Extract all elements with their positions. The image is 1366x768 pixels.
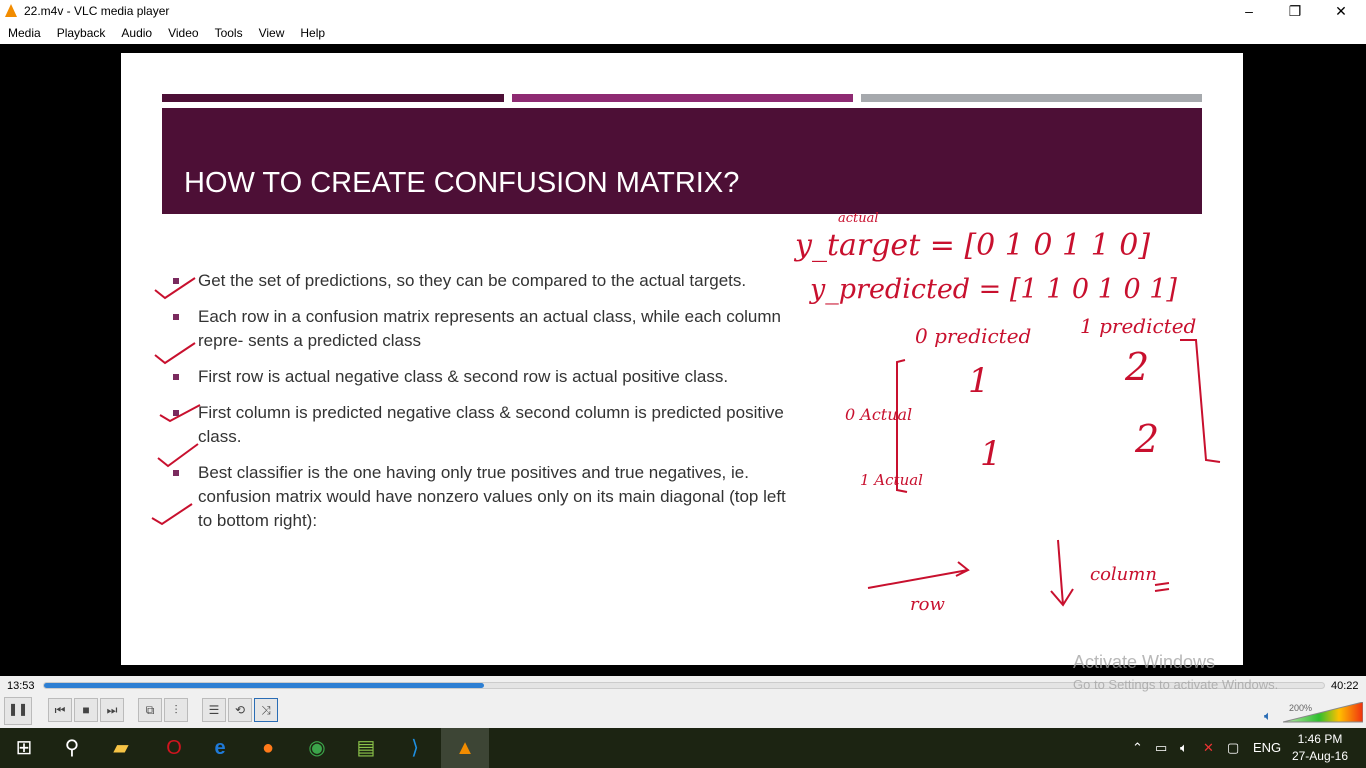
menu-view[interactable]: View bbox=[251, 26, 293, 40]
search-icon[interactable]: ⚲ bbox=[48, 728, 96, 768]
decor-bar bbox=[162, 94, 504, 102]
volume-slider[interactable]: 200% bbox=[1283, 702, 1363, 724]
menu-video[interactable]: Video bbox=[160, 26, 206, 40]
menu-audio[interactable]: Audio bbox=[113, 26, 160, 40]
pause-button[interactable]: ❚❚ bbox=[4, 697, 32, 725]
player-controls: 13:53 40:22 Go to Settings to activate W… bbox=[0, 676, 1366, 728]
slide-title: HOW TO CREATE CONFUSION MATRIX? bbox=[184, 167, 740, 199]
vlc-icon bbox=[5, 4, 17, 17]
chrome-icon[interactable]: ◉ bbox=[293, 728, 341, 768]
notepad-icon[interactable]: ▤ bbox=[342, 728, 390, 768]
network-disconnected-icon[interactable]: ✕ bbox=[1203, 728, 1214, 768]
vscode-icon[interactable]: ⟩ bbox=[391, 728, 439, 768]
fullscreen-button[interactable]: ⧉ bbox=[138, 698, 162, 722]
playlist-button[interactable]: ☰ bbox=[202, 698, 226, 722]
decor-bar bbox=[512, 94, 853, 102]
previous-button[interactable]: ⏮ bbox=[48, 698, 72, 722]
seek-progress bbox=[44, 683, 485, 688]
opera-icon[interactable]: O bbox=[150, 728, 198, 768]
elapsed-time[interactable]: 13:53 bbox=[7, 680, 35, 692]
total-time[interactable]: 40:22 bbox=[1331, 680, 1359, 692]
clock-date: 27-Aug-16 bbox=[1291, 749, 1348, 763]
extended-settings-button[interactable]: ⫶ bbox=[164, 698, 188, 722]
volume-level: 200% bbox=[1289, 703, 1312, 713]
bullet-item: Each row in a confusion matrix represent… bbox=[171, 305, 791, 353]
menu-media[interactable]: Media bbox=[0, 26, 49, 40]
file-explorer-icon[interactable]: ▰ bbox=[97, 728, 145, 768]
loop-button[interactable]: ⟲ bbox=[228, 698, 252, 722]
menu-tools[interactable]: Tools bbox=[207, 26, 251, 40]
maximize-button[interactable]: ❐ bbox=[1272, 0, 1318, 22]
bullet-item: First row is actual negative class & sec… bbox=[171, 365, 791, 389]
menu-playback[interactable]: Playback bbox=[49, 26, 114, 40]
bullet-list: Get the set of predictions, so they can … bbox=[171, 269, 791, 545]
window-title: 22.m4v - VLC media player bbox=[24, 4, 170, 18]
menu-bar: Media Playback Audio Video Tools View He… bbox=[0, 22, 1366, 44]
battery-icon[interactable]: ▭ bbox=[1155, 728, 1167, 768]
clock[interactable]: 1:46 PM 27-Aug-16 bbox=[1292, 731, 1348, 765]
activate-windows-title: Activate Windows bbox=[1073, 652, 1216, 672]
activate-windows-subtitle: Go to Settings to activate Windows. bbox=[1073, 677, 1279, 692]
slide: HOW TO CREATE CONFUSION MATRIX? Get the … bbox=[121, 53, 1243, 665]
title-bar: 22.m4v - VLC media player – ❐ ✕ bbox=[0, 0, 1366, 22]
tray-chevron-icon[interactable]: ⌃ bbox=[1132, 728, 1143, 768]
volume-icon[interactable]: 🔈︎ bbox=[1180, 728, 1188, 768]
menu-help[interactable]: Help bbox=[292, 26, 333, 40]
bullet-item: Get the set of predictions, so they can … bbox=[171, 269, 791, 293]
shuffle-button[interactable]: ⤨ bbox=[254, 698, 278, 722]
speaker-icon[interactable]: 🔈︎ bbox=[1264, 708, 1272, 724]
notifications-icon[interactable]: ▢ bbox=[1227, 728, 1239, 768]
taskbar: ⊞ ⚲ ▰ O e ● ◉ ▤ ⟩ ▲ ⌃ ▭ 🔈︎ ✕ ▢ ENG 1:46 … bbox=[0, 728, 1366, 768]
bullet-item: First column is predicted negative class… bbox=[171, 401, 791, 449]
bullet-item: Best classifier is the one having only t… bbox=[171, 461, 791, 533]
close-button[interactable]: ✕ bbox=[1318, 0, 1364, 22]
decor-bar bbox=[861, 94, 1202, 102]
clock-time: 1:46 PM bbox=[1297, 732, 1343, 746]
minimize-button[interactable]: – bbox=[1226, 0, 1272, 22]
stop-button[interactable]: ■ bbox=[74, 698, 98, 722]
next-button[interactable]: ⏭ bbox=[100, 698, 124, 722]
start-icon[interactable]: ⊞ bbox=[0, 728, 48, 768]
edge-icon[interactable]: e bbox=[196, 728, 244, 768]
firefox-icon[interactable]: ● bbox=[244, 728, 292, 768]
slide-header: HOW TO CREATE CONFUSION MATRIX? bbox=[162, 108, 1202, 214]
vlc-taskbar-icon[interactable]: ▲ bbox=[441, 728, 489, 768]
language-indicator[interactable]: ENG bbox=[1253, 728, 1281, 768]
